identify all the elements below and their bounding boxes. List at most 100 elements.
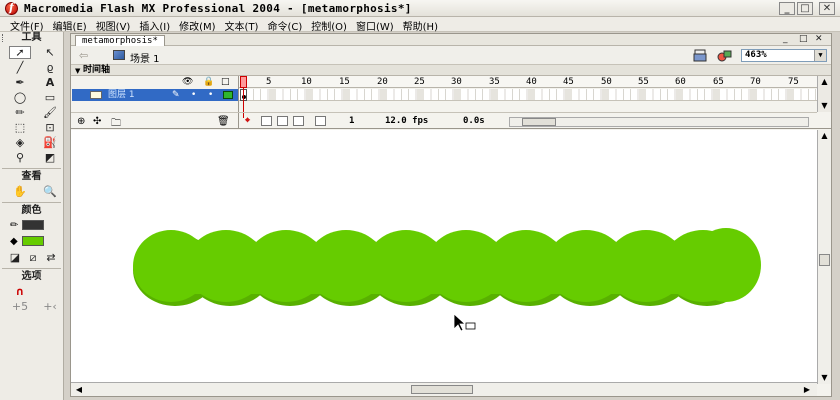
scroll-thumb[interactable] [819,254,830,266]
modify-onion-markers-icon[interactable] [315,116,326,126]
scroll-track[interactable] [818,88,831,100]
eraser-tool-icon[interactable]: ◩ [39,151,61,164]
frame-tick: 75 [788,77,799,87]
swap-colors-icon[interactable]: ⇄ [45,251,57,264]
document-tab[interactable]: metamorphosis* [75,35,165,46]
line-tool-icon[interactable]: ╱ [9,61,31,74]
timeline-hscroll[interactable] [509,117,809,127]
menu-control[interactable]: 控制(O) [309,17,354,33]
chevron-left-icon[interactable]: ◀ [73,384,85,395]
chevron-down-icon[interactable]: ▼ [814,50,826,61]
selection-tool-icon[interactable]: ➚ [9,46,31,59]
panel-grip[interactable] [2,34,5,42]
oval-tool-icon[interactable]: ◯ [9,91,31,104]
fill-transform-tool-icon[interactable]: ⊡ [39,121,61,134]
menu-commands[interactable]: 命令(C) [265,17,309,33]
menu-view[interactable]: 视图(V) [94,17,138,33]
paint-bucket-tool-icon[interactable]: ⛽ [39,136,61,149]
delete-layer-icon[interactable]: 🗑 [217,116,230,127]
minimize-button[interactable]: _ [779,2,795,15]
free-transform-tool-icon[interactable]: ⬚ [9,121,31,134]
zoom-dropdown[interactable]: 463% ▼ [741,49,827,62]
ink-bottle-tool-icon[interactable]: ◈ [9,136,31,149]
fill-color-swatch[interactable] [21,236,44,246]
outline-icon[interactable]: □ [221,76,230,88]
edit-symbols-icon[interactable] [717,49,733,62]
timeline-title: 时间轴 [83,65,111,75]
chevron-up-icon[interactable]: ▲ [818,130,831,142]
scroll-thumb[interactable] [411,385,473,394]
smooth-icon[interactable]: +5 [9,300,31,313]
playhead[interactable] [240,76,247,88]
zoom-value: 463% [745,50,767,60]
frame-cell-marker [749,89,757,100]
collapse-triangle-icon[interactable]: ▼ [75,66,80,76]
timeline-status-bar: ⌖ 1 12.0 fps 0.0s [239,112,817,129]
timeline-vscroll[interactable]: ▲ ▼ [817,76,831,112]
flash-app-icon[interactable] [5,1,18,15]
layer-name[interactable]: 图层 1 [108,89,135,101]
menu-window[interactable]: 窗口(W) [354,17,401,33]
onion-skin-icon[interactable] [261,116,272,126]
menu-text[interactable]: 文本(T) [223,17,266,33]
document-window: metamorphosis* _ □ ✕ ⇦ 场景 1 463% ▼ ▼ 时间轴… [70,33,832,397]
menu-help[interactable]: 帮助(H) [401,17,445,33]
menu-modify[interactable]: 修改(M) [177,17,222,33]
frame-ruler[interactable]: 1 5 10 15 20 25 30 35 40 45 50 55 60 65 … [239,76,817,88]
green-shape[interactable] [133,228,761,306]
colors-title: 颜色 [21,205,42,216]
straighten-icon[interactable]: +‹ [39,300,61,313]
menu-edit[interactable]: 编辑(E) [51,17,94,33]
add-guide-layer-icon[interactable]: ✣ [93,116,101,127]
frame-tick: 10 [301,77,312,87]
shape-right-cap [691,228,761,302]
close-button[interactable]: ✕ [819,2,835,15]
frame-cell-marker [305,89,313,100]
default-colors-icon[interactable]: ◪ [9,251,21,264]
stroke-color-swatch[interactable] [22,220,45,230]
add-layer-icon[interactable]: ⊕ [77,116,85,127]
lock-dot-icon[interactable]: • [208,89,213,101]
doc-restore-button[interactable]: □ [799,34,808,44]
frame-cell-marker [564,89,572,100]
pencil-tool-icon[interactable]: ✏ [9,106,31,119]
layer-row[interactable]: 图层 1 ✎ • • [72,89,238,101]
stage-hscroll[interactable]: ◀ ▶ [71,382,817,396]
onion-outline-icon[interactable] [277,116,288,126]
stage-vscroll[interactable]: ▲ ▼ [817,130,831,384]
no-color-icon[interactable]: ⧄ [27,251,39,264]
chevron-down-icon[interactable]: ▼ [818,372,831,384]
zoom-tool-icon[interactable]: 🔍 [39,185,61,198]
visibility-dot-icon[interactable]: • [191,89,196,101]
brush-tool-icon[interactable]: 🖌 [39,106,61,119]
edit-multiple-frames-icon[interactable] [293,116,304,126]
back-arrow-icon[interactable]: ⇦ [79,49,88,62]
chevron-down-icon[interactable]: ▼ [818,100,831,112]
layer-color-swatch[interactable] [223,91,233,99]
maximize-button[interactable]: □ [797,2,813,15]
subselection-tool-icon[interactable]: ↖ [39,46,61,59]
doc-minimize-button[interactable]: _ [783,34,788,44]
hand-tool-icon[interactable]: ✋ [9,185,31,198]
center-frame-icon[interactable]: ⌖ [245,116,250,126]
scroll-thumb[interactable] [522,118,556,126]
stage-canvas[interactable] [71,130,817,382]
rectangle-tool-icon[interactable]: ▭ [39,91,61,104]
pen-tool-icon[interactable]: ✒ [9,76,31,89]
menu-file[interactable]: 文件(F) [8,17,51,33]
menu-insert[interactable]: 插入(I) [137,17,177,33]
snap-magnet-icon[interactable]: ∩ [9,285,31,298]
frame-tick: 70 [750,77,761,87]
chevron-right-icon[interactable]: ▶ [801,384,813,395]
timeline-header[interactable]: ▼ 时间轴 [71,65,831,76]
doc-close-button[interactable]: ✕ [815,34,823,44]
chevron-up-icon[interactable]: ▲ [818,76,831,88]
eyedropper-tool-icon[interactable]: ⚲ [9,151,31,164]
show-hide-eye-icon[interactable]: 👁 [182,76,193,88]
timeline-panel: ▼ 时间轴 👁 🔒 □ 图层 1 ✎ • • ⊕ ✣ 🗀 🗑 5 10 15 2… [71,65,831,129]
edit-scene-icon[interactable] [693,49,709,62]
lock-icon[interactable]: 🔒 [203,76,214,88]
text-tool-icon[interactable]: A [39,76,61,89]
lasso-tool-icon[interactable]: ϱ [39,61,61,74]
layer-frame-row[interactable] [239,89,817,101]
